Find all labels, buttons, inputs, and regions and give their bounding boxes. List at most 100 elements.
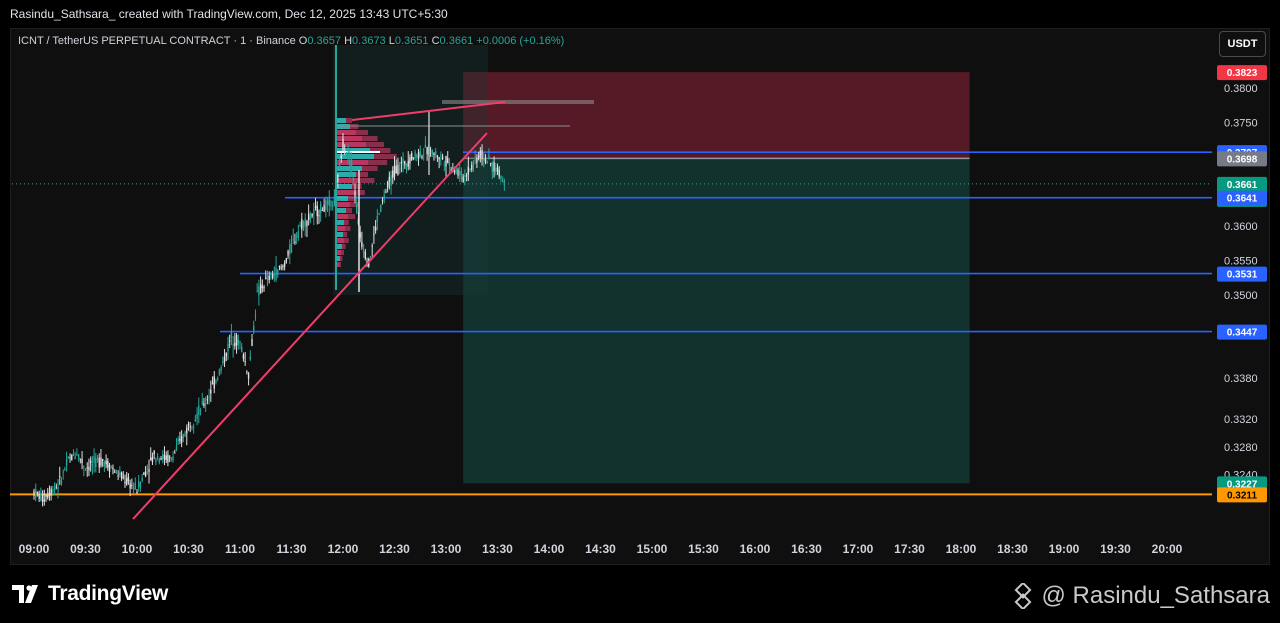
x-axis-tick: 14:00 (534, 542, 565, 556)
candle-body (496, 167, 499, 172)
currency-button[interactable]: USDT (1219, 31, 1266, 57)
candle-body (218, 369, 221, 376)
x-axis-tick: 13:30 (482, 542, 513, 556)
close-label: C (431, 35, 440, 47)
candle-body (194, 419, 197, 422)
price-tag: 0.3531 (1217, 266, 1267, 282)
candle-body (253, 325, 255, 331)
candle-body (289, 244, 291, 254)
candle-body (309, 217, 312, 220)
candle-body (261, 285, 264, 289)
candle-body (88, 466, 90, 471)
candle-body (326, 200, 329, 205)
volume-profile-bar (336, 142, 366, 147)
candle-body (295, 235, 298, 238)
candle-body (139, 482, 142, 488)
candle-body (126, 478, 128, 485)
x-axis-tick: 12:30 (379, 542, 410, 556)
volume-profile-bar (362, 166, 378, 171)
x-axis-tick: 10:00 (122, 542, 153, 556)
candle-body (501, 178, 504, 180)
x-axis-tick: 16:00 (740, 542, 771, 556)
low-value: 0.3651 (394, 35, 429, 47)
candle-body (407, 160, 409, 167)
candle-body (239, 341, 241, 343)
y-axis-tick: 0.3750 (1224, 118, 1258, 130)
price-tag-value: 0.3823 (1227, 68, 1258, 79)
candle-body (457, 169, 459, 176)
candle-body (395, 166, 397, 174)
change-value: +0.0006 (+0.16%) (476, 35, 565, 47)
candle-body (57, 487, 59, 490)
candle-body (112, 467, 114, 470)
candle-body (273, 274, 276, 276)
price-tag: 0.3698 (1217, 151, 1267, 167)
volume-profile-bar (344, 220, 349, 225)
candle-body (436, 155, 439, 158)
candle-body (278, 266, 281, 268)
candle-body (160, 458, 162, 460)
author-watermark: @ Rasindu_Sathsara (1010, 582, 1270, 610)
candle-body (369, 256, 372, 258)
candle-body (479, 150, 482, 157)
candle-body (503, 180, 506, 186)
candle-body (246, 371, 248, 373)
candle-body (251, 339, 253, 346)
volume-profile-bar (336, 232, 343, 237)
candle-body (134, 482, 136, 489)
candle-body (220, 367, 222, 371)
candle-body (392, 170, 394, 178)
volume-profile-bar (344, 238, 349, 243)
candle-body (122, 476, 124, 478)
candle-body (120, 472, 123, 479)
candle-body (410, 153, 413, 160)
candle-body (210, 389, 212, 394)
candle-body (263, 287, 265, 289)
candle-body (297, 231, 300, 238)
candle-body (141, 478, 143, 481)
candle-body (84, 469, 87, 471)
candle-body (290, 243, 293, 253)
candle-body (483, 158, 485, 161)
tradingview-logo[interactable]: TradingView (12, 581, 168, 607)
candle-body (352, 178, 354, 181)
candle-body (132, 487, 135, 490)
candle-body (241, 347, 243, 353)
candle-body (441, 156, 444, 160)
candle-body (333, 196, 336, 204)
volume-profile-bar (336, 214, 348, 219)
candle-body (447, 158, 449, 164)
candle-body (400, 162, 403, 164)
candle-body (189, 426, 191, 428)
candle-body (443, 164, 445, 166)
candle-body (179, 438, 181, 441)
y-axis-tick: 0.3800 (1224, 83, 1258, 95)
candle-body (91, 464, 94, 466)
volume-profile-bar (339, 262, 341, 267)
candle-body (388, 176, 391, 182)
candle-body (48, 492, 51, 497)
price-tag-value: 0.3641 (1227, 194, 1258, 205)
candle-body (175, 446, 178, 451)
open-value: 0.3657 (307, 35, 342, 47)
price-chart[interactable]: 0.3800 0.3750 0.3600 0.3550 0.3500 0.3380 0.33… (0, 0, 1280, 623)
candle-body (177, 439, 179, 442)
candle-body (350, 160, 353, 170)
volume-profile-bar (336, 220, 344, 225)
candle-body (285, 258, 288, 263)
candle-body (422, 153, 425, 155)
candle-body (398, 168, 401, 170)
candle-body (60, 480, 63, 484)
candle-body (89, 460, 92, 464)
candle-body (476, 158, 478, 163)
candle-body (316, 205, 318, 217)
candle-body (471, 164, 473, 170)
candle-body (254, 315, 257, 317)
candle-body (184, 432, 186, 437)
candle-body (33, 490, 35, 496)
candle-body (330, 200, 332, 207)
candle-body (345, 154, 348, 157)
candle-body (76, 454, 78, 456)
volume-profile-bar (336, 118, 346, 123)
candle-body (153, 450, 155, 455)
